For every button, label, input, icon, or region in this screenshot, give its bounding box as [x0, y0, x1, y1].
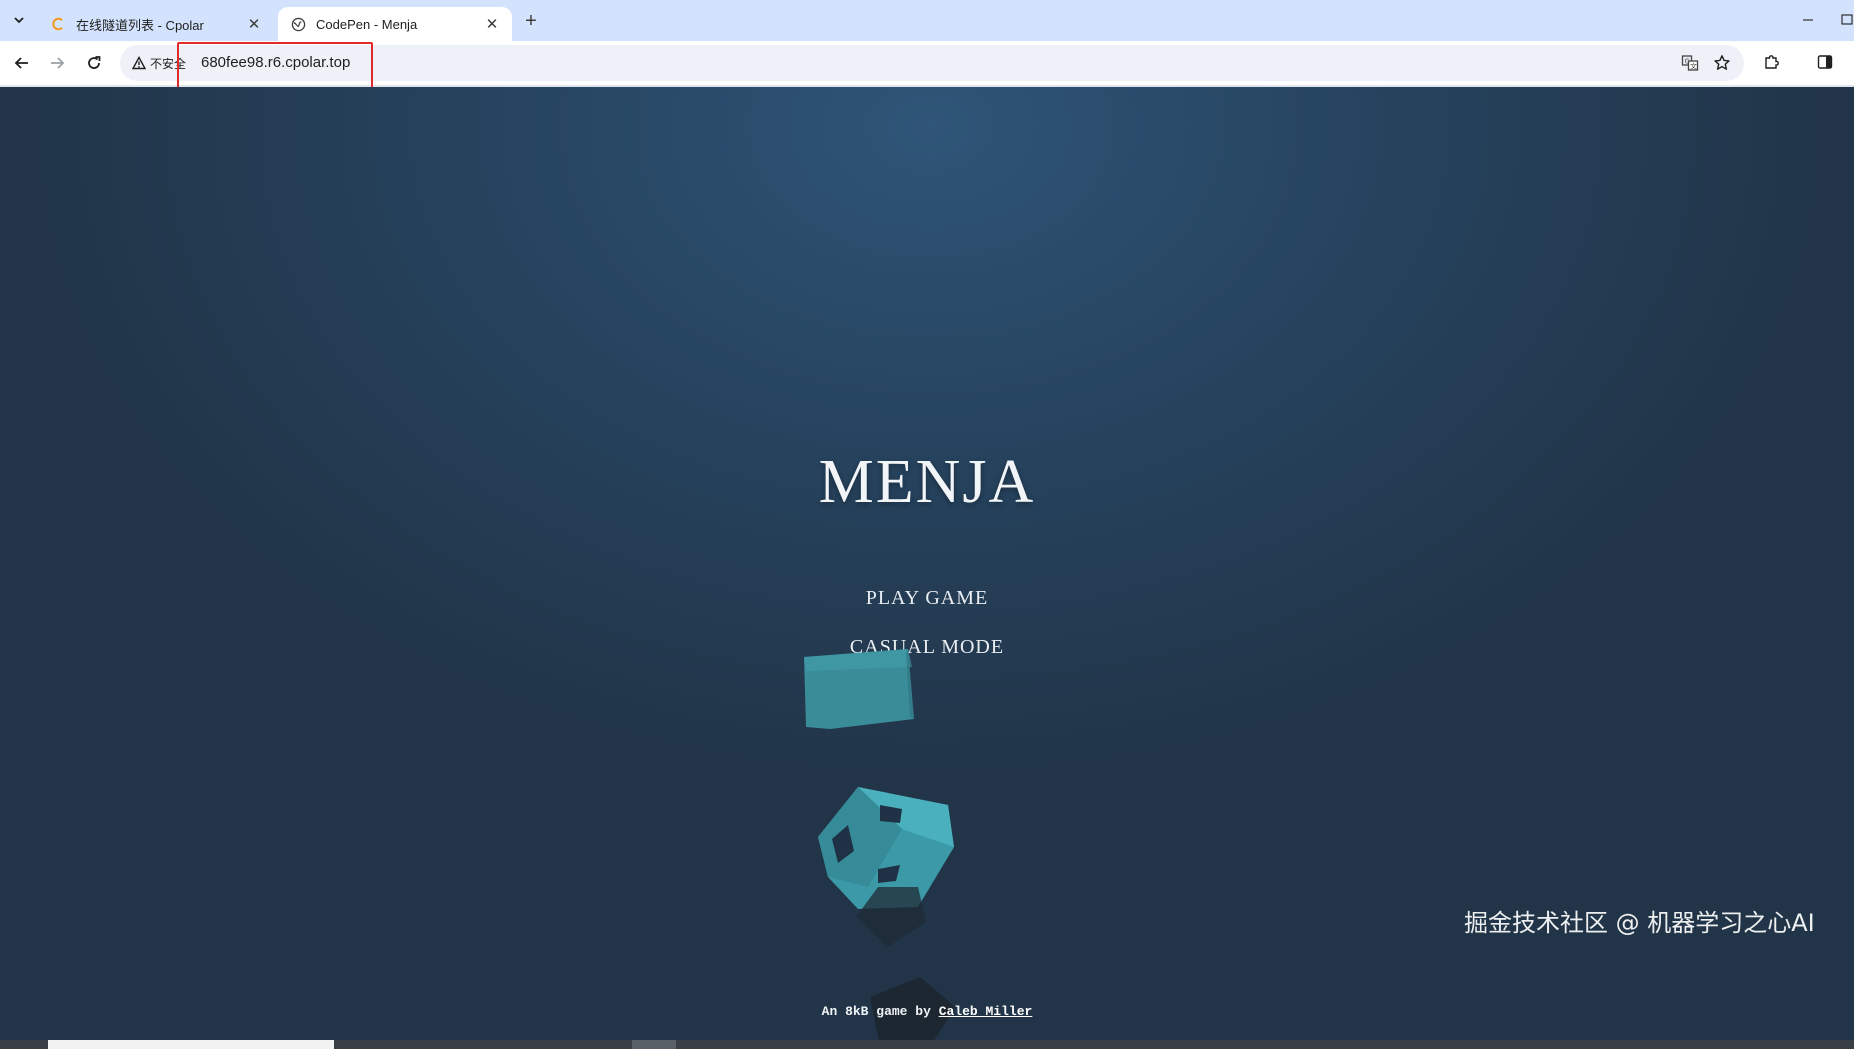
reload-button[interactable]: [79, 48, 109, 78]
casual-mode-button[interactable]: CASUAL MODE: [0, 636, 1854, 659]
falling-cube[interactable]: [800, 647, 916, 747]
tab-title: CodePen - Menja: [316, 16, 418, 32]
author-link[interactable]: Caleb Miller: [939, 1004, 1033, 1019]
new-tab-button[interactable]: +: [519, 9, 543, 33]
bookmark-star-icon[interactable]: [1710, 51, 1734, 75]
browser-toolbar: 不安全 680fee98.r6.cpolar.top G文: [0, 41, 1854, 86]
play-game-button[interactable]: PLAY GAME: [0, 587, 1854, 610]
security-label: 不安全: [150, 56, 187, 71]
credit-line: An 8kB game by Caleb Miller: [0, 1004, 1854, 1019]
tab-strip: 在线隧道列表 - Cpolar ✕ CodePen - Menja ✕ +: [0, 0, 1854, 41]
globe-icon: [290, 16, 306, 32]
arrow-right-icon: [51, 57, 65, 69]
minimize-window-icon[interactable]: [1794, 8, 1822, 32]
game-title: MENJA: [818, 448, 1036, 516]
chevron-down-icon: [14, 17, 24, 24]
credit-prefix: An 8kB game by: [821, 1004, 939, 1019]
os-taskbar: [0, 1040, 1854, 1049]
side-panel-icon[interactable]: [1810, 47, 1840, 77]
tab-codepen-menja[interactable]: CodePen - Menja ✕: [278, 7, 512, 41]
warning-triangle-icon: [132, 56, 146, 70]
close-icon[interactable]: ✕: [244, 14, 264, 34]
tab-search-button[interactable]: [6, 8, 32, 32]
close-icon[interactable]: ✕: [482, 14, 502, 34]
translate-icon[interactable]: G文: [1678, 51, 1702, 75]
security-indicator[interactable]: 不安全: [126, 51, 192, 75]
falling-hollow-cube[interactable]: [818, 777, 968, 957]
reload-icon: [88, 56, 101, 69]
svg-text:文: 文: [1690, 62, 1697, 71]
url-text[interactable]: 680fee98.r6.cpolar.top: [201, 54, 350, 71]
tab-cpolar[interactable]: 在线隧道列表 - Cpolar ✕: [38, 7, 274, 41]
tab-title: 在线隧道列表 - Cpolar: [76, 17, 204, 33]
address-bar[interactable]: 不安全 680fee98.r6.cpolar.top G文: [120, 45, 1744, 81]
game-viewport[interactable]: MENJA PLAY GAME CASUAL MODE An 8kB game …: [0, 87, 1854, 1040]
forward-button[interactable]: [42, 48, 72, 78]
extensions-puzzle-icon[interactable]: [1757, 47, 1787, 77]
restore-window-icon[interactable]: [1838, 8, 1854, 32]
taskbar-search-box[interactable]: [48, 1040, 334, 1049]
arrow-left-icon: [14, 57, 28, 69]
watermark: 掘金技术社区 @ 机器学习之心AI: [1464, 909, 1815, 937]
cpolar-c-icon: [50, 16, 66, 32]
taskbar-app-active[interactable]: [632, 1040, 676, 1049]
back-button[interactable]: [7, 48, 37, 78]
